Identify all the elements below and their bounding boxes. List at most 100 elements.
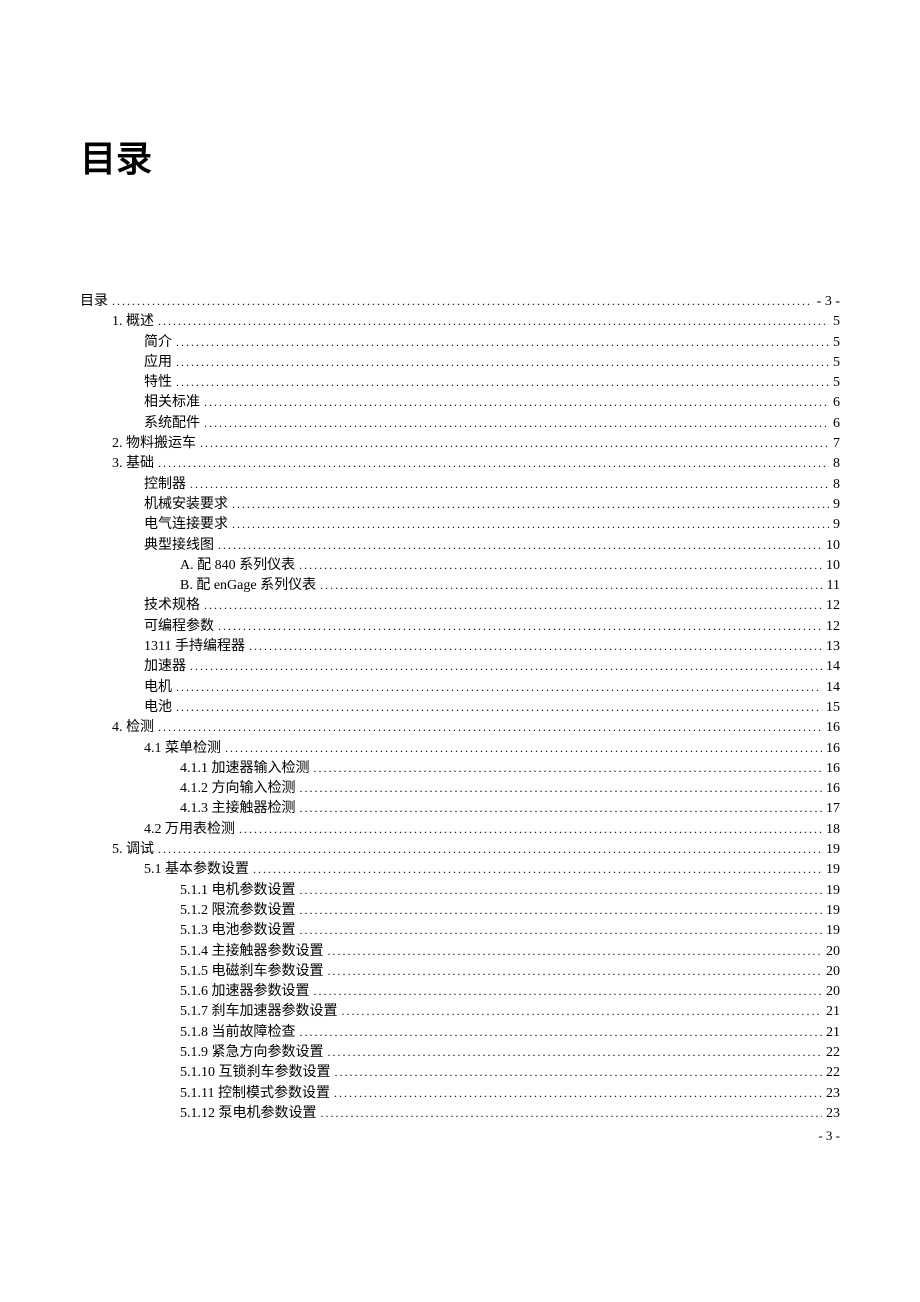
toc-entry: B. 配 enGage 系列仪表11 [80,576,840,596]
toc-entry-label: 机械安装要求 [144,495,228,515]
toc-leader-dots [218,617,822,637]
toc-entry-page: 7 [833,434,840,454]
toc-entry-page: 19 [826,860,840,880]
toc-entry: 电机14 [80,678,840,698]
toc-leader-dots [328,962,823,982]
toc-entry-label: 5.1.11 控制模式参数设置 [180,1084,330,1104]
toc-entry-page: 20 [826,982,840,1002]
toc-entry-label: 简介 [144,333,172,353]
toc-entry: 电气连接要求9 [80,515,840,535]
toc-entry-label: 5.1.12 泵电机参数设置 [180,1104,317,1124]
toc-entry: 系统配件 6 [80,414,840,434]
toc-entry: 4.1.1 加速器输入检测16 [80,759,840,779]
toc-entry-page: 16 [826,739,840,759]
toc-list: 目录- 3 -1. 概述5简介5应用5特性5相关标准6系统配件62. 物料搬运车… [80,292,840,1124]
toc-leader-dots [158,312,829,332]
toc-entry-label: 1. 概述 [112,312,154,332]
toc-entry: 目录 - 3 - [80,292,840,312]
toc-entry-label: 4.1.1 加速器输入检测 [180,759,310,779]
toc-leader-dots [176,678,822,698]
toc-entry-page: 6 [833,414,840,434]
toc-entry: 技术规格 12 [80,596,840,616]
toc-entry: 4.1 菜单检测 16 [80,739,840,759]
toc-entry: 5.1.10 互锁刹车参数设置22 [80,1063,840,1083]
toc-leader-dots [300,901,823,921]
toc-title: 目录 [80,130,840,182]
toc-leader-dots [300,921,823,941]
toc-entry-label: 可编程参数 [144,617,214,637]
toc-entry-page: 18 [826,820,840,840]
toc-entry-page: 20 [826,942,840,962]
toc-entry-page: 15 [826,698,840,718]
toc-entry: 1. 概述 5 [80,312,840,332]
toc-entry-page: 8 [833,475,840,495]
toc-leader-dots [176,353,829,373]
toc-leader-dots [314,759,823,779]
toc-entry-label: 应用 [144,353,172,373]
toc-entry-page: 8 [833,454,840,474]
toc-entry-label: 系统配件 [144,414,200,434]
toc-leader-dots [158,454,829,474]
toc-leader-dots [190,475,829,495]
toc-entry-label: 4.2 万用表检测 [144,820,235,840]
toc-entry-label: B. 配 enGage 系列仪表 [180,576,316,596]
toc-entry: 加速器14 [80,657,840,677]
toc-entry-page: 12 [826,596,840,616]
toc-entry: 5.1.8 当前故障检查21 [80,1023,840,1043]
toc-entry-page: 17 [826,799,840,819]
toc-entry-page: 5 [833,312,840,332]
toc-entry-label: 5.1 基本参数设置 [144,860,249,880]
toc-entry: 4.1.2 方向输入检测 16 [80,779,840,799]
toc-entry-page: 14 [826,678,840,698]
toc-entry: 电池15 [80,698,840,718]
toc-entry: 典型接线图10 [80,536,840,556]
toc-entry: 相关标准6 [80,393,840,413]
toc-entry-label: 4.1 菜单检测 [144,739,221,759]
toc-entry-label: 5.1.9 紧急方向参数设置 [180,1043,324,1063]
toc-entry: 控制器 8 [80,475,840,495]
toc-leader-dots [204,393,829,413]
toc-leader-dots [320,576,822,596]
toc-leader-dots [334,1084,822,1104]
toc-entry: 特性5 [80,373,840,393]
toc-entry: 5.1.9 紧急方向参数设置 22 [80,1043,840,1063]
toc-entry-label: 4.1.2 方向输入检测 [180,779,296,799]
toc-entry: 5.1 基本参数设置 19 [80,860,840,880]
toc-entry-page: 9 [833,495,840,515]
toc-leader-dots [176,698,822,718]
toc-entry-label: 控制器 [144,475,186,495]
toc-entry-page: 23 [826,1104,840,1124]
toc-entry: 5.1.2 限流参数设置19 [80,901,840,921]
toc-leader-dots [300,779,823,799]
toc-entry-page: 5 [833,373,840,393]
toc-leader-dots [300,1023,823,1043]
toc-entry-page: 13 [826,637,840,657]
toc-entry-label: 技术规格 [144,596,200,616]
toc-entry: 3. 基础8 [80,454,840,474]
toc-entry-label: 2. 物料搬运车 [112,434,196,454]
toc-leader-dots [335,1063,823,1083]
toc-entry: 1311 手持编程器 13 [80,637,840,657]
toc-leader-dots [249,637,822,657]
toc-entry: 5.1.3 电池参数设置19 [80,921,840,941]
toc-leader-dots [190,657,822,677]
toc-leader-dots [300,799,823,819]
toc-leader-dots [200,434,829,454]
toc-leader-dots [176,333,829,353]
toc-entry-label: 目录 [80,292,108,312]
toc-entry-page: 6 [833,393,840,413]
toc-leader-dots [328,1043,823,1063]
toc-entry-label: 4.1.3 主接触器检测 [180,799,296,819]
toc-entry-page: 23 [826,1084,840,1104]
toc-entry-label: 5.1.1 电机参数设置 [180,881,296,901]
toc-entry-page: 12 [826,617,840,637]
toc-entry-page: - 3 - [817,292,840,312]
toc-entry-page: 22 [826,1043,840,1063]
toc-leader-dots [112,292,813,312]
toc-entry-label: 1311 手持编程器 [144,637,245,657]
toc-entry-label: 5.1.2 限流参数设置 [180,901,296,921]
toc-entry-label: 典型接线图 [144,536,214,556]
toc-entry-page: 16 [826,779,840,799]
toc-entry: 5. 调试19 [80,840,840,860]
toc-entry-label: 4. 检测 [112,718,154,738]
